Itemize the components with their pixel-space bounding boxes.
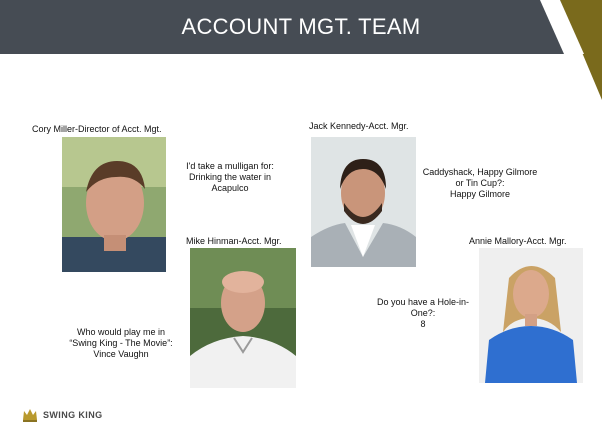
answer-annie-mallory: Do you have a Hole-in- One?: 8 <box>364 297 482 330</box>
answer-line: “Swing King - The Movie”: <box>69 338 173 348</box>
name-cory-miller: Cory Miller-Director of Acct. Mgt. <box>32 124 162 134</box>
answer-jack-kennedy: Caddyshack, Happy Gilmore or Tin Cup?: H… <box>410 167 550 200</box>
answer-cory-miller: I'd take a mulligan for: Drinking the wa… <box>170 161 290 194</box>
slide: ACCOUNT MGT. TEAM Cory Miller-Director o… <box>0 0 602 446</box>
answer-mike-hinman: Who would play me in “Swing King - The M… <box>56 327 186 360</box>
answer-line: Who would play me in <box>76 327 166 337</box>
answer-line: Do you have a Hole-in- <box>376 297 470 307</box>
footer-logo: SWING KING <box>22 408 103 422</box>
crown-icon <box>23 409 37 422</box>
answer-line: Acapulco <box>211 183 249 193</box>
name-annie-mallory: Annie Mallory-Acct. Mgr. <box>469 236 567 246</box>
photo-annie-mallory <box>479 248 583 383</box>
answer-line: One?: <box>410 308 436 318</box>
answer-line: or Tin Cup?: <box>455 178 505 188</box>
photo-jack-kennedy <box>311 137 416 267</box>
name-jack-kennedy: Jack Kennedy-Acct. Mgr. <box>309 121 409 131</box>
answer-line: Drinking the water in <box>188 172 272 182</box>
photo-cory-miller <box>62 137 166 272</box>
brand-name: SWING KING <box>43 410 103 420</box>
answer-line: I'd take a mulligan for: <box>186 161 274 171</box>
name-mike-hinman: Mike Hinman-Acct. Mgr. <box>186 236 282 246</box>
photo-mike-hinman <box>190 248 296 388</box>
answer-line: 8 <box>420 319 426 329</box>
answer-line: Vince Vaughn <box>93 349 149 359</box>
answer-line: Caddyshack, Happy Gilmore <box>422 167 538 177</box>
slide-title: ACCOUNT MGT. TEAM <box>181 14 421 39</box>
answer-line: Happy Gilmore <box>449 189 511 199</box>
